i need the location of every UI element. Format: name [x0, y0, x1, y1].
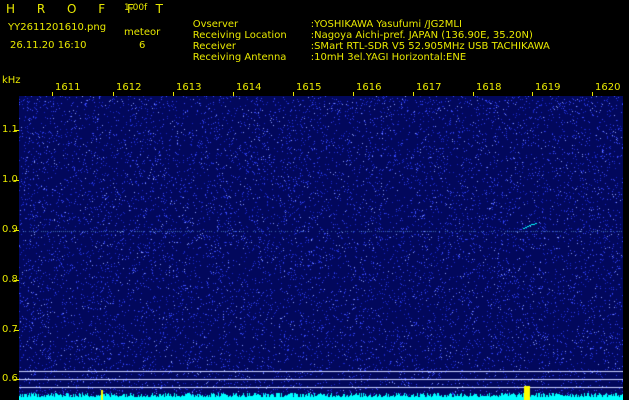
x-tick-label: 1613 — [176, 82, 202, 93]
x-tick-label: 1620 — [595, 82, 621, 93]
x-tick-label: 1611 — [55, 82, 81, 93]
y-axis-unit: kHz — [2, 75, 21, 86]
x-tick-label: 1619 — [535, 82, 561, 93]
x-tick-label: 1617 — [416, 82, 442, 93]
meteor-count: 6 — [139, 40, 146, 51]
meta-row-antenna: Receiving Antenna :10mH 3el.YAGI Horizont… — [180, 41, 466, 74]
x-tick-label: 1618 — [476, 82, 502, 93]
meteor-label: meteor — [124, 27, 161, 38]
meta-value: :10mH 3el.YAGI Horizontal:ENE — [310, 52, 467, 63]
meta-key: Receiving Antenna — [192, 52, 287, 63]
waterfall-spectrogram — [19, 96, 623, 400]
datetime-label: 26.11.20 16:10 — [10, 40, 87, 51]
filename-label: YY2611201610.png — [8, 22, 107, 33]
x-tick-label: 1612 — [116, 82, 142, 93]
x-tick-label: 1616 — [356, 82, 382, 93]
version-label: 1.00f — [124, 3, 148, 13]
x-tick-label: 1615 — [296, 82, 322, 93]
x-tick-label: 1614 — [236, 82, 262, 93]
